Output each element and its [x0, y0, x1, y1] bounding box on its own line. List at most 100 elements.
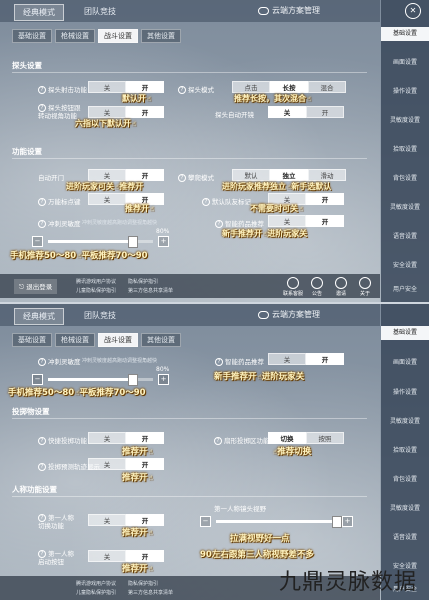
option-off[interactable]: 关 — [88, 81, 126, 93]
link-user-agreement[interactable]: 腾讯游戏用户协议 — [76, 580, 116, 587]
subtab-other[interactable]: 其他设置 — [141, 333, 181, 347]
tab-classic-mode[interactable]: 经典模式 — [14, 4, 64, 21]
menu-voice[interactable]: 语音设置 — [381, 231, 429, 240]
menu-backpack[interactable]: 背包设置 — [381, 173, 429, 182]
option-off[interactable]: 关 — [268, 106, 306, 118]
slider-knob[interactable] — [128, 374, 138, 386]
slider-plus-button[interactable]: + — [158, 374, 169, 385]
option-press[interactable]: 按照 — [306, 432, 344, 444]
link-child-privacy[interactable]: 儿童隐私保护指引 — [76, 287, 116, 294]
toggle-probe-switch[interactable]: 关 开 — [88, 106, 164, 118]
menu-sensitivity[interactable]: 灵敏度设置 — [381, 115, 429, 124]
link-privacy[interactable]: 隐私保护指引 — [128, 278, 158, 285]
menu-voice[interactable]: 语音设置 — [381, 532, 429, 541]
option-slide[interactable]: 滑动 — [308, 169, 346, 181]
slider-minus-button[interactable]: − — [32, 374, 43, 385]
subtab-other[interactable]: 其他设置 — [141, 29, 181, 43]
probe-mode-selector[interactable]: 点击 长按 混合 — [232, 81, 346, 93]
toggle-probe-auto-scope[interactable]: 关 开 — [268, 106, 344, 118]
fpp-fov-slider[interactable] — [216, 516, 342, 528]
option-off[interactable]: 关 — [268, 215, 306, 227]
sprint-sensitivity-slider[interactable] — [48, 374, 153, 386]
link-user-agreement[interactable]: 腾讯游戏用户协议 — [76, 278, 116, 285]
slider-plus-button[interactable]: + — [158, 236, 169, 247]
link-privacy[interactable]: 隐私保护指引 — [128, 580, 158, 587]
option-default[interactable]: 默认 — [232, 169, 270, 181]
option-off[interactable]: 关 — [88, 550, 126, 562]
cloud-plan-button[interactable]: 云端方案管理 — [258, 309, 320, 320]
close-button[interactable]: ✕ — [405, 3, 421, 19]
option-off[interactable]: 关 — [88, 193, 126, 205]
tab-classic-mode[interactable]: 经典模式 — [14, 308, 64, 325]
option-off[interactable]: 关 — [88, 106, 126, 118]
about-button[interactable]: 关于 — [354, 277, 376, 297]
sprint-sensitivity-slider[interactable] — [48, 236, 153, 248]
menu-controls[interactable]: 操作设置 — [381, 387, 429, 396]
cloud-plan-button[interactable]: 云端方案管理 — [258, 5, 320, 16]
menu-basic[interactable]: 基础设置 — [381, 27, 429, 41]
link-third-party[interactable]: 第三方信息共享清单 — [128, 287, 173, 294]
slider-knob[interactable] — [332, 516, 342, 528]
option-hold[interactable]: 长按 — [270, 81, 308, 93]
menu-graphics[interactable]: 画面设置 — [381, 57, 429, 66]
menu-controls[interactable]: 操作设置 — [381, 86, 429, 95]
toggle-probe-fire[interactable]: 关 开 — [88, 81, 164, 93]
fov-plus-button[interactable]: + — [342, 516, 353, 527]
option-off[interactable]: 关 — [88, 514, 126, 526]
toggle-throw-trajectory[interactable]: 关 开 — [88, 458, 164, 470]
option-off[interactable]: 关 — [268, 353, 306, 365]
menu-sensitivity-2[interactable]: 灵敏度设置 — [381, 503, 429, 512]
notice-button[interactable]: 公告 — [306, 277, 328, 297]
slider-minus-button[interactable]: − — [32, 236, 43, 247]
toggle-quick-throw[interactable]: 关 开 — [88, 432, 164, 444]
subtab-weapons[interactable]: 枪械设置 — [55, 333, 95, 347]
menu-sensitivity[interactable]: 灵敏度设置 — [381, 416, 429, 425]
option-on[interactable]: 开 — [306, 353, 344, 365]
toggle-auto-door[interactable]: 关 开 — [88, 169, 164, 181]
menu-graphics[interactable]: 画面设置 — [381, 357, 429, 366]
subtab-combat[interactable]: 战斗设置 — [98, 333, 138, 347]
option-on[interactable]: 开 — [126, 169, 164, 181]
link-third-party[interactable]: 第三方信息共享清单 — [128, 589, 173, 596]
sector-throw-selector[interactable]: 切换 按照 — [268, 432, 344, 444]
toggle-fpp-start[interactable]: 关 开 — [88, 550, 164, 562]
menu-user-security[interactable]: 用户安全 — [381, 284, 429, 293]
option-click[interactable]: 点击 — [232, 81, 270, 93]
option-off[interactable]: 关 — [88, 458, 126, 470]
option-independent[interactable]: 独立 — [270, 169, 308, 181]
subtab-weapons[interactable]: 枪械设置 — [55, 29, 95, 43]
option-on[interactable]: 开 — [126, 432, 164, 444]
climb-mode-selector[interactable]: 默认 独立 滑动 — [232, 169, 346, 181]
menu-sensitivity-2[interactable]: 灵敏度设置 — [381, 202, 429, 211]
menu-pickup[interactable]: 拾取设置 — [381, 445, 429, 454]
option-switch[interactable]: 切换 — [268, 432, 306, 444]
logout-button[interactable]: ⎋ 退出登录 — [14, 279, 58, 294]
contact-service-button[interactable]: 联系客服 — [282, 277, 304, 297]
menu-security[interactable]: 安全设置 — [381, 260, 429, 269]
option-on[interactable]: 开 — [126, 550, 164, 562]
fov-minus-button[interactable]: − — [200, 516, 211, 527]
option-off[interactable]: 关 — [88, 432, 126, 444]
slider-knob[interactable] — [128, 236, 138, 248]
tab-team-battle[interactable]: 团队竞技 — [76, 308, 124, 323]
option-on[interactable]: 开 — [306, 106, 344, 118]
subtab-basic[interactable]: 基础设置 — [12, 29, 52, 43]
option-on[interactable]: 开 — [126, 81, 164, 93]
option-on[interactable]: 开 — [306, 193, 344, 205]
link-child-privacy[interactable]: 儿童隐私保护指引 — [76, 589, 116, 596]
menu-basic[interactable]: 基础设置 — [381, 326, 429, 340]
toggle-smart-drug[interactable]: 关 开 — [268, 353, 344, 365]
menu-pickup[interactable]: 拾取设置 — [381, 144, 429, 153]
option-off[interactable]: 关 — [88, 169, 126, 181]
toggle-smart-drug[interactable]: 关 开 — [268, 215, 344, 227]
option-on[interactable]: 开 — [126, 106, 164, 118]
invite-button[interactable]: 邀请 — [330, 277, 352, 297]
option-on[interactable]: 开 — [306, 215, 344, 227]
subtab-combat[interactable]: 战斗设置 — [98, 29, 138, 43]
option-mixed[interactable]: 混合 — [308, 81, 346, 93]
subtab-basic[interactable]: 基础设置 — [12, 333, 52, 347]
option-on[interactable]: 开 — [126, 514, 164, 526]
tab-team-battle[interactable]: 团队竞技 — [76, 4, 124, 19]
menu-backpack[interactable]: 背包设置 — [381, 474, 429, 483]
option-on[interactable]: 开 — [126, 458, 164, 470]
